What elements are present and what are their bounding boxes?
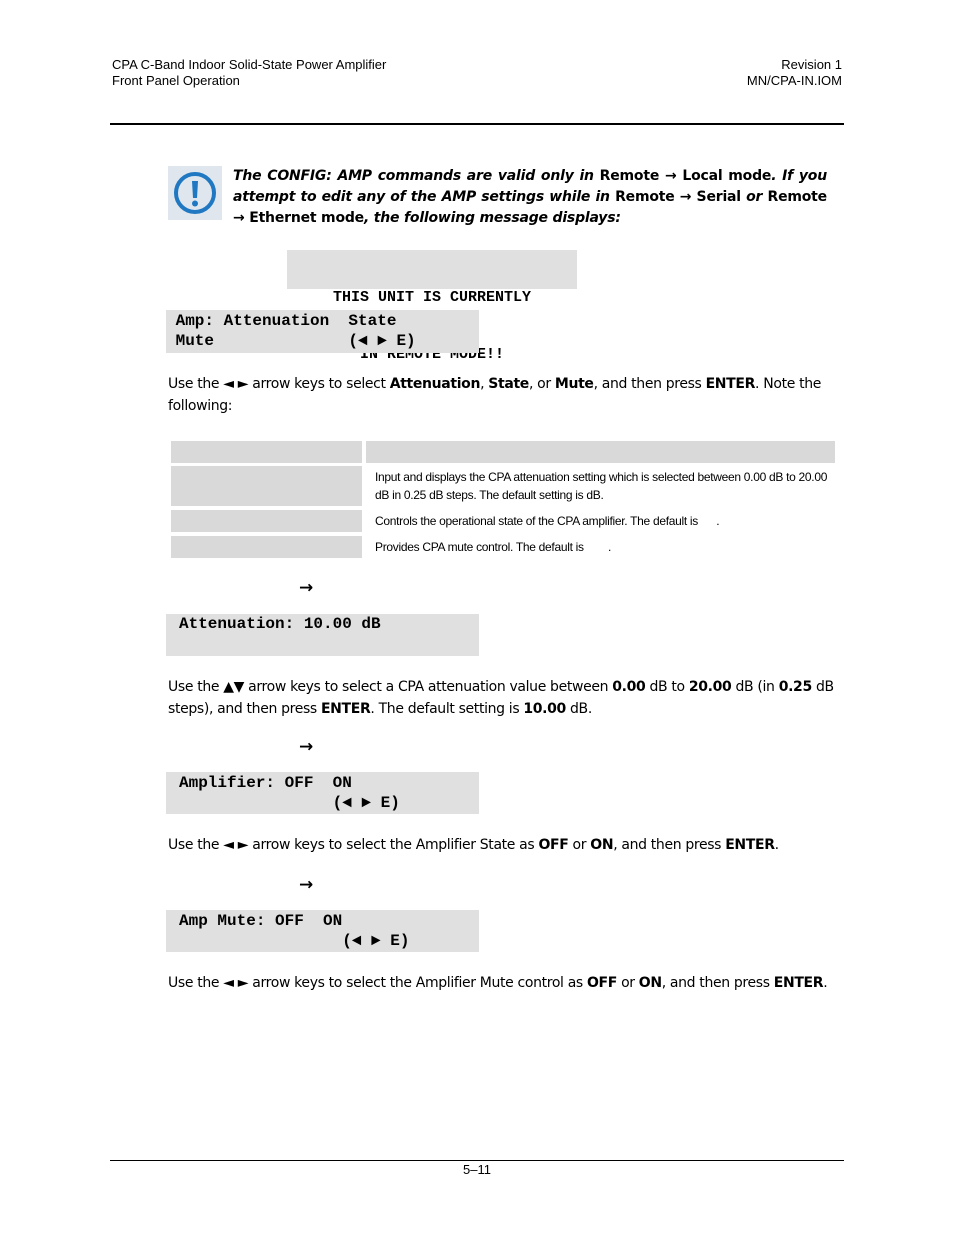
text: Use the ▲▼ arrow keys to select a CPA at… [168,679,613,695]
lcd-line: (◄ ► E) [179,932,410,950]
note-segment: or [740,189,768,205]
instruction-paragraph: Use the ▲▼ arrow keys to select a CPA at… [168,676,843,720]
section-title: Front Panel Operation [112,73,240,88]
note-mode-local: Remote → Local mode [599,168,772,184]
lcd-line: Amplifier: OFF ON [179,774,352,792]
lcd-line: Amp Mute: OFF ON [179,912,343,930]
text: , and then press [613,837,726,853]
table-row-label [171,510,362,532]
table-row-label [171,466,362,506]
text: dB. [565,701,592,717]
text: , and then press [593,376,706,392]
lcd-line: Attenuation: 10.00 dB [179,615,381,633]
text: Use the ◄ ► arrow keys to select the Amp… [168,837,539,853]
text-bold: ENTER [725,837,775,853]
table-row-desc: Provides CPA mute control. The default i… [375,540,612,554]
header-left: CPA C-Band Indoor Solid-State Power Ampl… [112,57,386,89]
text-bold: ENTER [773,975,824,991]
text-bold: Attenuation [389,376,481,392]
instruction-paragraph: Use the ◄ ► arrow keys to select the Amp… [168,972,843,994]
table-row-desc: Controls the operational state of the CP… [375,514,720,528]
note-segment: The CONFIG: AMP commands are valid only … [233,168,600,184]
lcd-attenuation: Attenuation: 10.00 dB [166,614,479,656]
text-bold: ENTER [705,376,756,392]
lcd-amplifier-state: Amplifier: OFF ON (◄ ► E) [166,772,479,814]
note-mode-serial: Remote → Serial [615,189,741,205]
exclamation-circle-icon [168,166,222,220]
arrow-right-icon: → [299,737,314,757]
text: . [823,975,828,991]
lcd-remote-mode-message: THIS UNIT IS CURRENTLY IN REMOTE MODE!! [287,250,577,363]
text-bold: Mute [554,376,594,392]
text: Use the ◄ ► arrow keys to select [168,376,390,392]
footer-divider [110,1160,844,1161]
header-divider [110,123,844,125]
text-bold: OFF [586,975,617,991]
lcd-amp-mute: Amp Mute: OFF ON (◄ ► E) [166,910,479,952]
instruction-paragraph: Use the ◄ ► arrow keys to select the Amp… [168,834,843,856]
text: . [774,837,779,853]
page-number: 5–11 [463,1162,491,1177]
text: dB (in [731,679,779,695]
text: or [616,975,639,991]
arrow-right-icon: → [299,578,314,598]
text-bold: 20.00 [688,679,732,695]
table-row-desc: Input and displays the CPA attenuation s… [375,470,828,502]
text-bold: 0.00 [612,679,646,695]
text-bold: State [488,376,529,392]
lcd-line: Amp: Attenuation State [166,312,397,330]
header-right: Revision 1 MN/CPA-IN.IOM [747,57,842,89]
text-bold: ENTER [320,701,371,717]
lcd-line: THIS UNIT IS CURRENTLY [332,289,532,306]
lcd-line: (◄ ► E) [179,794,400,812]
text-bold: OFF [538,837,569,853]
lcd-line: Mute (◄ ► E) [166,332,416,350]
text: , and then press [661,975,774,991]
arrow-right-icon: → [299,875,314,895]
text-bold: ON [590,837,614,853]
instruction-paragraph: Use the ◄ ► arrow keys to select Attenua… [168,373,843,417]
text-bold: 0.25 [778,679,813,695]
text-bold: ON [638,975,662,991]
note-segment: , the following message displays: [363,210,621,226]
text: or [568,837,591,853]
lcd-amp-menu: Amp: Attenuation State Mute (◄ ► E) [166,310,479,353]
text-bold: 10.00 [523,701,566,717]
document-number: MN/CPA-IN.IOM [746,73,842,88]
note-text: The CONFIG: AMP commands are valid only … [233,166,827,229]
table-row-label [171,536,362,558]
document-title: CPA C-Band Indoor Solid-State Power Ampl… [112,57,387,72]
revision-label: Revision 1 [781,57,842,72]
text: dB to [645,679,689,695]
table-header-cell [366,441,835,463]
text: Use the ◄ ► arrow keys to select the Amp… [168,975,587,991]
table-header-cell [171,441,362,463]
text: , or [528,376,555,392]
text: . The default setting is [370,701,524,717]
